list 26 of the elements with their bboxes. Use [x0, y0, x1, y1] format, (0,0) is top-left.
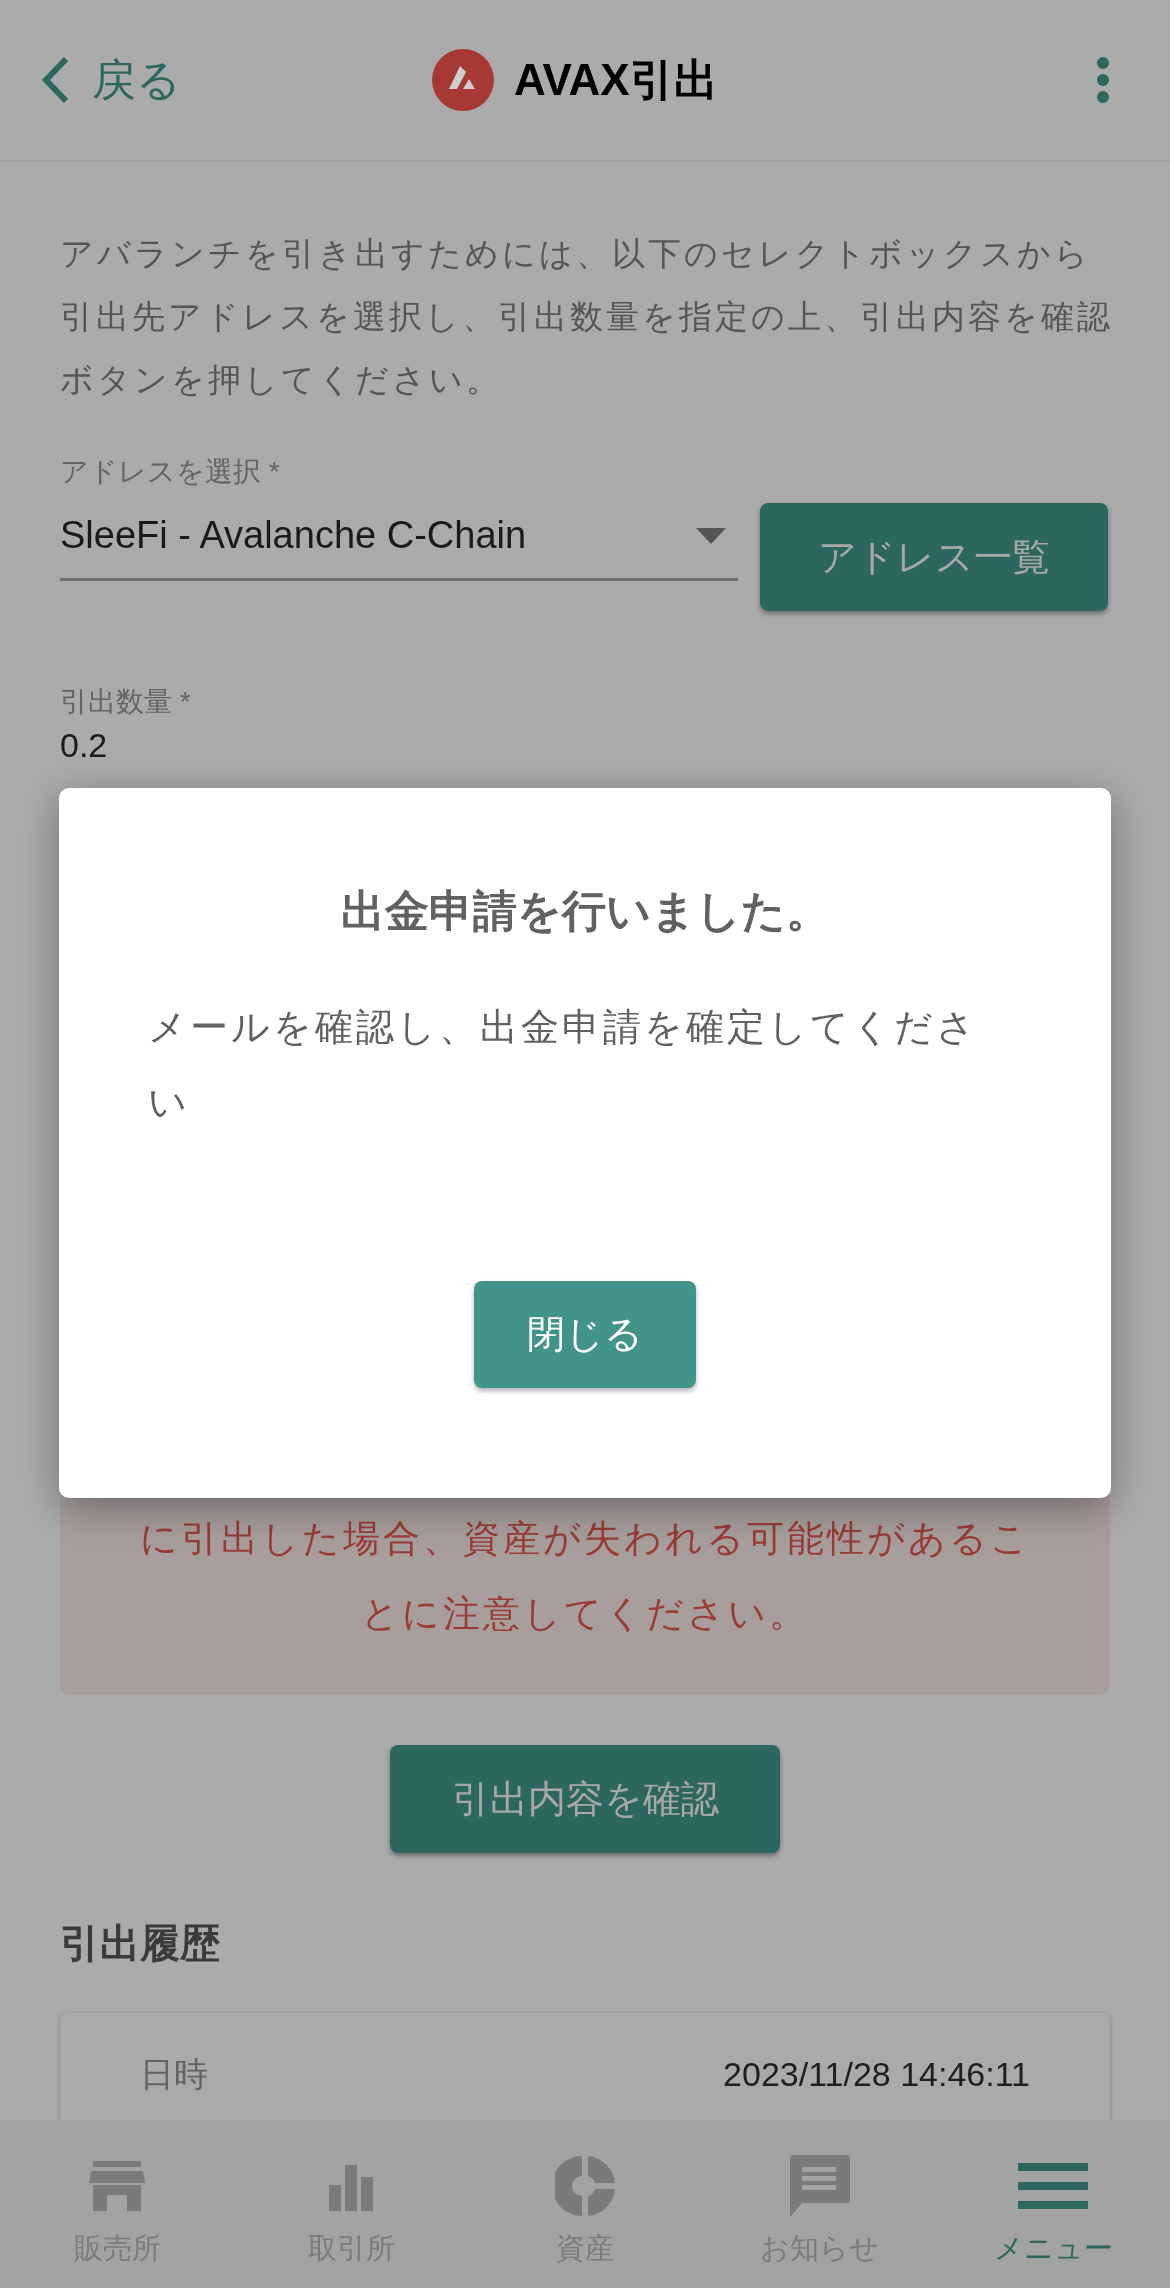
store-icon [89, 2160, 145, 2211]
confirm-button[interactable]: 引出内容を確認 [390, 1745, 780, 1853]
dialog-title: 出金申請を行いました。 [340, 885, 830, 937]
history-label: 日時 [140, 2054, 208, 2095]
back-button[interactable]: 戻る [40, 47, 181, 113]
more-options-icon[interactable] [1096, 57, 1110, 103]
message-icon [788, 2154, 850, 2217]
address-select[interactable]: アドレスを選択 * SleeFi - Avalanche C-Chain [60, 451, 738, 581]
logo-icon [432, 49, 494, 111]
amount-value: 0.2 [60, 725, 109, 765]
address-value: SleeFi - Avalanche C-Chain [60, 513, 528, 558]
page-title: AVAX引出 [514, 54, 718, 106]
menu-icon [1018, 2162, 1088, 2209]
history-title: 引出履歴 [60, 1920, 221, 1967]
pie-chart-icon [555, 2155, 615, 2216]
nav-tab[interactable]: メニュー [936, 2120, 1170, 2288]
close-button[interactable]: 閉じる [474, 1281, 696, 1388]
instructions-text: アバランチを引き出すためには、以下のセレクトボックスから引出先アドレスを選択し、引出数量を指定の上、引出内容を確認ボタンを押してください。 [60, 234, 1114, 400]
chevron-left-icon [40, 55, 70, 105]
warning-text: に引出した場合、資産が失われる可能性があることに注意してください。 [138, 1517, 1032, 1636]
address-label: アドレスを選択 * [60, 455, 281, 489]
dropdown-arrow-icon [696, 527, 726, 544]
amount-label: 引出数量 * [60, 685, 192, 719]
history-value: 2023/11/28 14:46:11 [723, 2054, 1030, 2095]
dialog-message: メールを確認し、出金申請を確定してください [148, 1005, 979, 1125]
address-list-button[interactable]: アドレス一覧 [760, 503, 1108, 611]
